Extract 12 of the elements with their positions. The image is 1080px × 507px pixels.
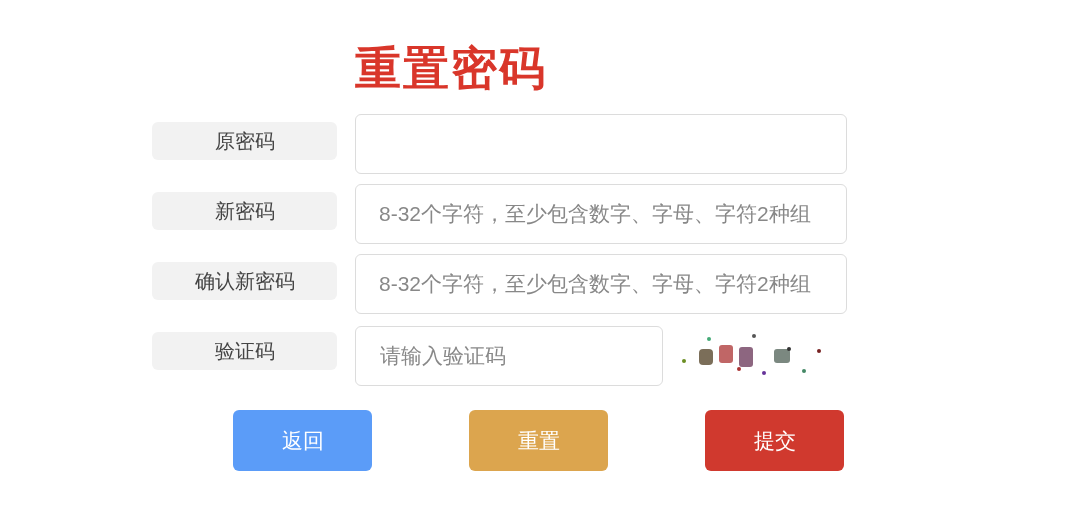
input-field[interactable]: 8-32个字符，至少包含数字、字母、字符2种组 bbox=[355, 254, 847, 314]
form-button[interactable]: 返回 bbox=[233, 410, 372, 471]
field-label: 验证码 bbox=[152, 332, 337, 370]
field-label: 新密码 bbox=[152, 192, 337, 230]
captcha-field[interactable]: 请输入验证码 bbox=[355, 326, 663, 386]
input-field[interactable] bbox=[355, 114, 847, 174]
field-label: 确认新密码 bbox=[152, 262, 337, 300]
form-button[interactable]: 提交 bbox=[705, 410, 844, 471]
input-field[interactable]: 8-32个字符，至少包含数字、字母、字符2种组 bbox=[355, 184, 847, 244]
page-title: 重置密码 bbox=[355, 41, 548, 96]
form-button[interactable]: 重置 bbox=[469, 410, 608, 471]
field-label: 原密码 bbox=[152, 122, 337, 160]
